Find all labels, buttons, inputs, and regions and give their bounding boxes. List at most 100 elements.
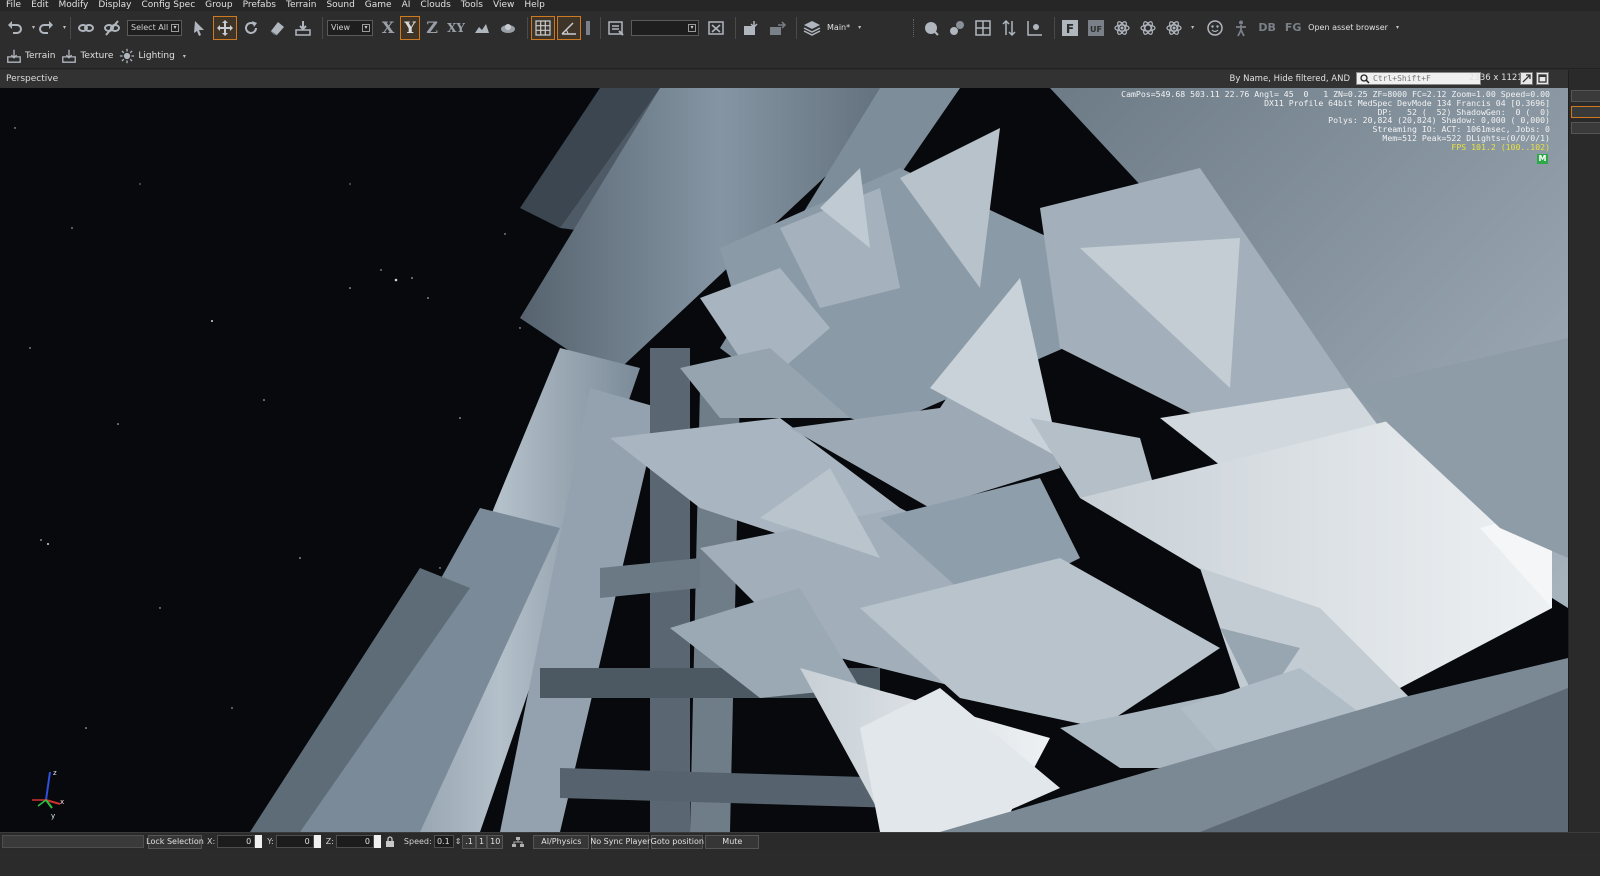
speed-preset-01[interactable]: .1 [462,834,477,849]
select-by-name-button[interactable] [605,17,627,39]
ai-physics-button[interactable]: AI/Physics [533,834,590,849]
drop-to-terrain-button[interactable] [292,17,314,39]
material-editor-button[interactable] [1137,17,1159,39]
angle-snap-button[interactable] [557,15,582,40]
terrain-snap-button[interactable] [471,17,493,39]
menu-modify[interactable]: Modify [59,0,89,11]
select-mode-dropdown[interactable]: Select All ▾ [127,19,183,36]
menu-display[interactable]: Display [98,0,131,11]
panel-tab[interactable] [1571,90,1600,102]
y-coord-spinner[interactable] [313,835,321,848]
selection-set-dropdown[interactable]: ▾ [631,19,700,36]
menu-view[interactable]: View [493,0,514,11]
x-coord-input[interactable]: 0 [217,835,256,848]
menu-config-spec[interactable]: Config Spec [142,0,196,11]
toolbar-grip[interactable] [913,18,916,37]
scale-tool-button[interactable] [266,17,288,39]
menu-prefabs[interactable]: Prefabs [243,0,276,11]
speed-spinner[interactable]: ⇕ [455,837,462,846]
menu-terrain[interactable]: Terrain [286,0,316,11]
link-button[interactable] [75,17,97,39]
layer-caret[interactable]: ▾ [858,24,861,31]
viewport-title[interactable]: Perspective [6,74,58,84]
redo-history-caret[interactable]: ▾ [63,24,66,31]
speed-input[interactable]: 0.1 [433,835,454,848]
align-button[interactable] [998,17,1020,39]
axis-z-button[interactable]: Z [423,17,441,39]
menu-clouds[interactable]: Clouds [420,0,450,11]
menu-help[interactable]: Help [524,0,545,11]
load-objects-button[interactable] [740,17,762,39]
main-toolbar: ▾ ▾ Select All ▾ View ▾ X Y Z XY ▾ Main*… [0,11,1600,44]
search-icon [1360,73,1370,84]
axis-xy-button[interactable]: XY [445,17,467,39]
terrain-tool-button[interactable]: Terrain [6,48,55,64]
open-asset-browser-button[interactable]: Open asset browser [1308,23,1388,32]
select-tool-button[interactable] [188,17,210,39]
particle-editor-button[interactable] [1111,17,1133,39]
db-button[interactable]: DB [1256,17,1278,39]
no-sync-player-button[interactable]: No Sync Player [590,834,650,849]
viewport-resolution: 2336 x 1121 [1469,73,1523,83]
lighting-tool-button[interactable]: Lighting [119,48,175,64]
scale-snap-slider[interactable] [584,17,592,39]
unlink-button[interactable] [101,17,123,39]
goto-position-button[interactable]: Goto position [651,834,704,849]
character-editor-button[interactable] [1204,17,1226,39]
layers-button[interactable] [801,17,823,39]
axis-x-button[interactable]: X [379,17,397,39]
move-tool-button[interactable] [213,15,238,40]
physics-get-state-button[interactable] [946,17,968,39]
y-coord-input[interactable]: 0 [275,835,314,848]
menu-sound[interactable]: Sound [326,0,354,11]
grid-snap-button[interactable] [531,15,556,40]
tools-caret[interactable]: ▾ [1191,24,1194,31]
fg-button[interactable]: FG [1282,17,1304,39]
separator [322,16,324,39]
asset-browser-caret[interactable]: ▾ [1396,24,1399,31]
ui-flowgraph-button[interactable]: UF [1085,17,1107,39]
flowgraph-f-button[interactable]: F [1059,17,1081,39]
lock-icon[interactable] [385,835,395,848]
texture-tool-button[interactable]: Texture [61,48,113,64]
menu-tools[interactable]: Tools [461,0,483,11]
panel-tab[interactable] [1571,122,1600,134]
speed-preset-10[interactable]: 10 [487,834,504,849]
current-layer-label[interactable]: Main* [827,23,850,32]
z-coord-input[interactable]: 0 [335,835,374,848]
mannequin-button[interactable] [1230,17,1252,39]
rotate-tool-button[interactable] [240,17,262,39]
viewport-maximize-button[interactable] [1520,72,1533,85]
lighting-caret[interactable]: ▾ [183,53,186,60]
z-coord-spinner[interactable] [373,835,381,848]
menu-file[interactable]: File [6,0,21,11]
graph-button[interactable] [1024,17,1046,39]
object-snap-icon [501,23,516,33]
menu-edit[interactable]: Edit [31,0,48,11]
perspective-viewport[interactable]: CamPos=549.68 503.11 22.76 Angl= 45 0 1 … [0,88,1568,832]
speed-preset-1[interactable]: 1 [476,834,488,849]
save-objects-button[interactable] [766,17,788,39]
menu-ai[interactable]: AI [402,0,411,11]
physics-reset-button[interactable] [972,17,994,39]
object-snap-button[interactable] [497,17,519,39]
status-bar: Lock Selection X: 0 Y: 0 Z: 0 Speed: 0.1… [0,832,1600,850]
window-icon [1538,74,1547,83]
panel-tab-active[interactable] [1571,106,1600,118]
x-coord-spinner[interactable] [255,835,263,848]
viewport-options-button[interactable] [1536,72,1549,85]
network-icon[interactable] [511,836,525,848]
mute-button[interactable]: Mute [705,834,760,849]
database-view-button[interactable] [1163,17,1185,39]
delete-selection-set-button[interactable] [705,17,727,39]
menu-game[interactable]: Game [365,0,392,11]
redo-button[interactable] [35,17,57,39]
axis-y-button[interactable]: Y [400,15,421,40]
lock-selection-button[interactable]: Lock Selection [146,834,204,849]
physics-simulate-button[interactable] [920,17,942,39]
undo-button[interactable] [4,17,26,39]
search-input[interactable] [1373,74,1473,83]
coord-system-dropdown[interactable]: View ▾ [327,19,374,36]
menu-group[interactable]: Group [205,0,232,11]
viewport-search[interactable] [1356,72,1481,85]
